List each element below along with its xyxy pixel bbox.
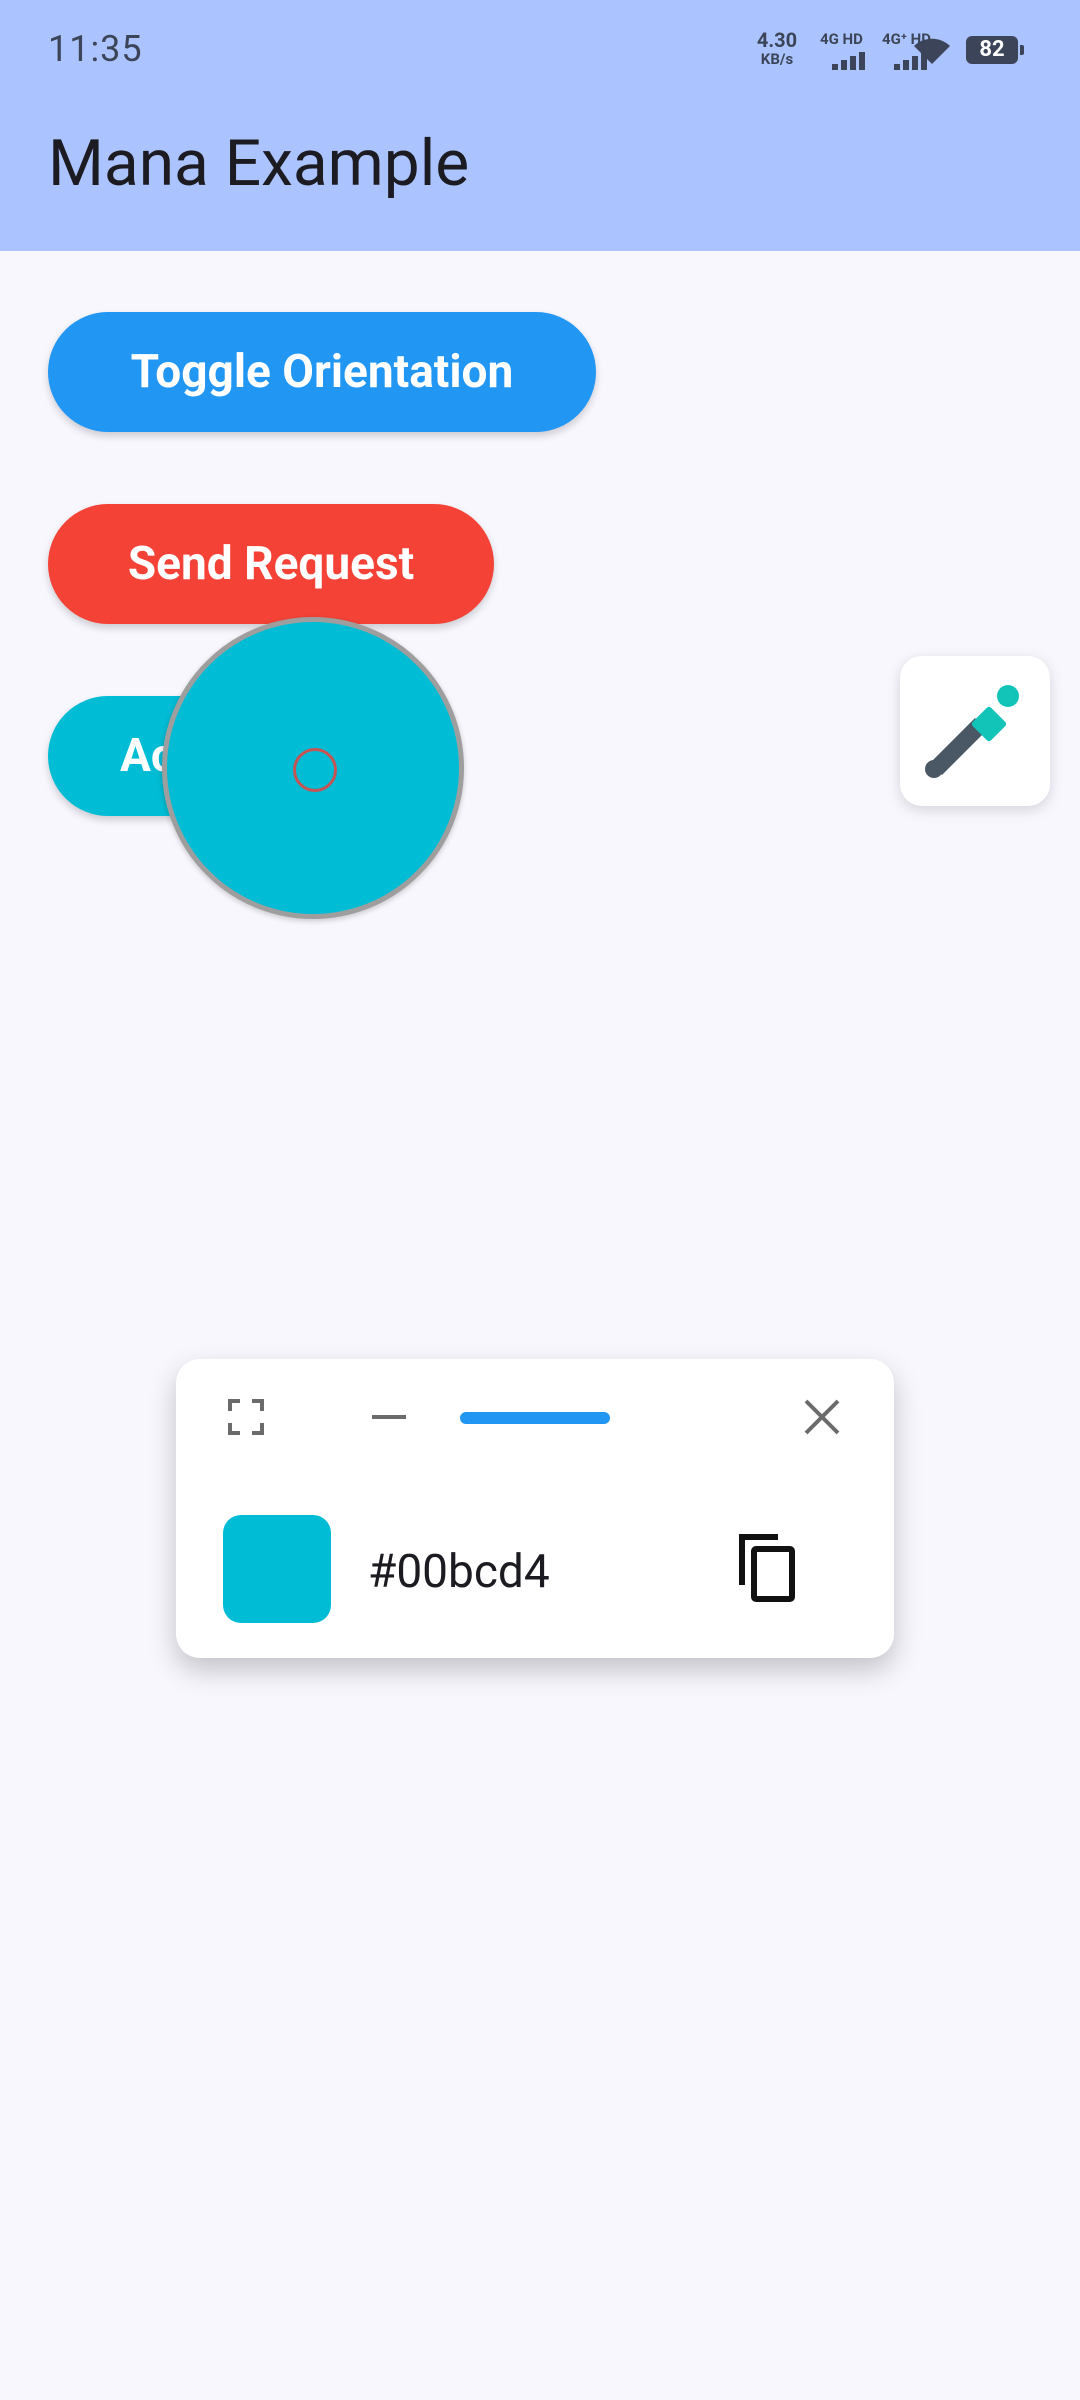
magnifier-crosshair [293,748,337,792]
copy-icon[interactable] [736,1531,800,1603]
network-speed-value: 4.30 [756,28,798,52]
send-request-button[interactable]: Send Request [48,504,494,624]
wifi-icon [914,38,950,64]
battery-icon: 82 [966,36,1024,64]
signal-icon: 4G HD [820,30,880,70]
minimize-icon[interactable] [372,1415,406,1421]
status-time: 11:35 [48,28,143,70]
eyedropper-icon [925,685,1019,778]
page-title: Mana Example [48,126,470,201]
selected-color-hex: #00bcd4 [368,1545,550,1599]
color-swatch [223,1515,331,1623]
sim1-label: 4G HD [820,30,863,48]
panel-drag-handle[interactable] [460,1412,610,1424]
battery-level: 82 [979,37,1005,62]
eyedropper-button[interactable] [900,656,1050,806]
color-picker-panel: #00bcd4 [176,1359,894,1658]
network-speed: 4.30 KB/s [742,30,812,68]
app-bar: 11:35 4.30 KB/s 4G HD 4G⁺ HD 82 Mana Exa… [0,0,1080,251]
expand-icon[interactable] [228,1399,264,1435]
close-icon[interactable] [804,1399,840,1435]
toggle-orientation-button[interactable]: Toggle Orientation [48,312,596,432]
network-speed-unit: KB/s [760,50,794,68]
color-magnifier-loupe[interactable] [162,617,464,919]
